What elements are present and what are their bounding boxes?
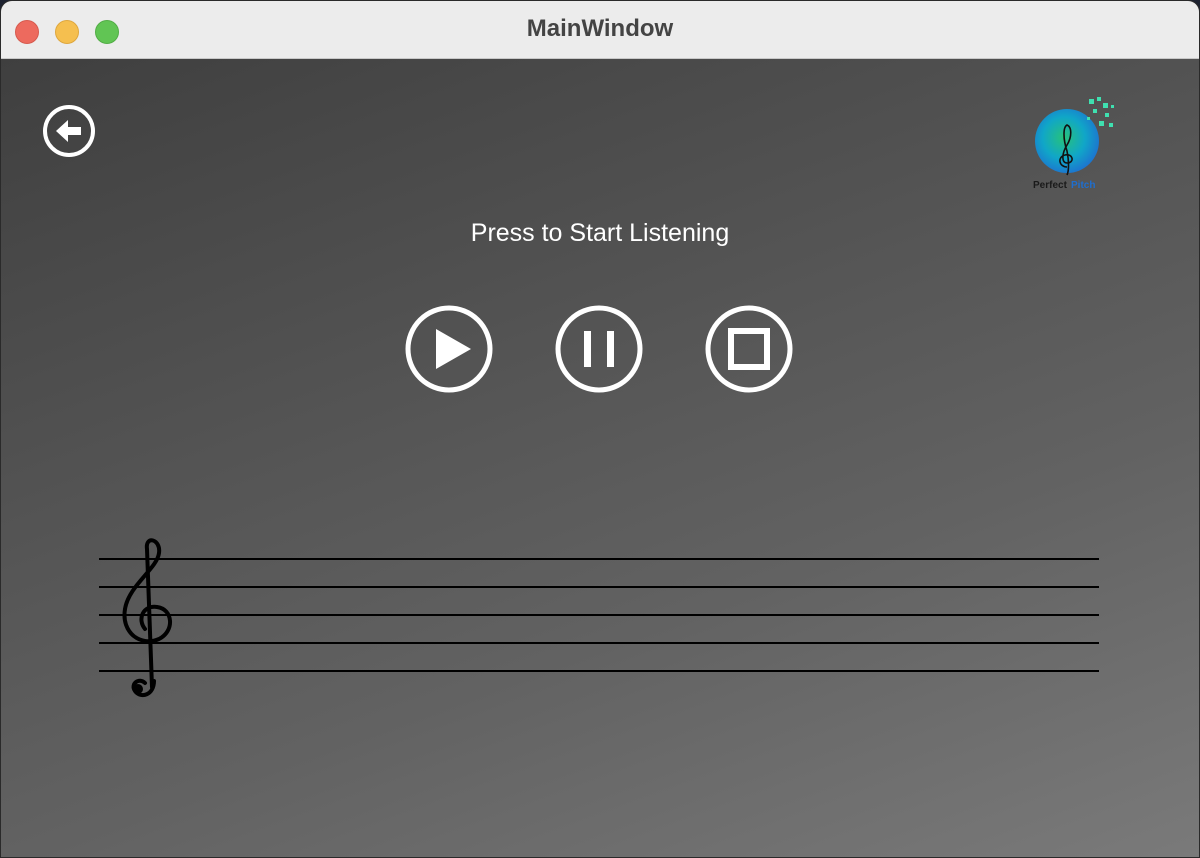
pause-circle-icon xyxy=(555,305,643,393)
perfect-pitch-logo: Perfect Pitch xyxy=(1031,95,1121,195)
play-button[interactable] xyxy=(403,303,495,395)
music-staff xyxy=(97,529,1101,709)
pause-button[interactable] xyxy=(553,303,645,395)
stop-button[interactable] xyxy=(703,303,795,395)
logo-text-accent: Pitch xyxy=(1071,180,1095,191)
arrow-left-circle-icon xyxy=(43,105,95,157)
back-button[interactable] xyxy=(41,103,97,159)
window-title: MainWindow xyxy=(526,15,674,42)
listening-prompt: Press to Start Listening xyxy=(470,219,730,247)
play-circle-icon xyxy=(405,305,493,393)
app-window: MainWindow Perfect Pitch Press to Start … xyxy=(0,0,1200,858)
stop-circle-icon xyxy=(705,305,793,393)
main-content: Perfect Pitch Press to Start Listening xyxy=(1,59,1199,857)
logo-text-primary: Perfect xyxy=(1033,180,1068,191)
title-bar: MainWindow xyxy=(1,1,1199,59)
